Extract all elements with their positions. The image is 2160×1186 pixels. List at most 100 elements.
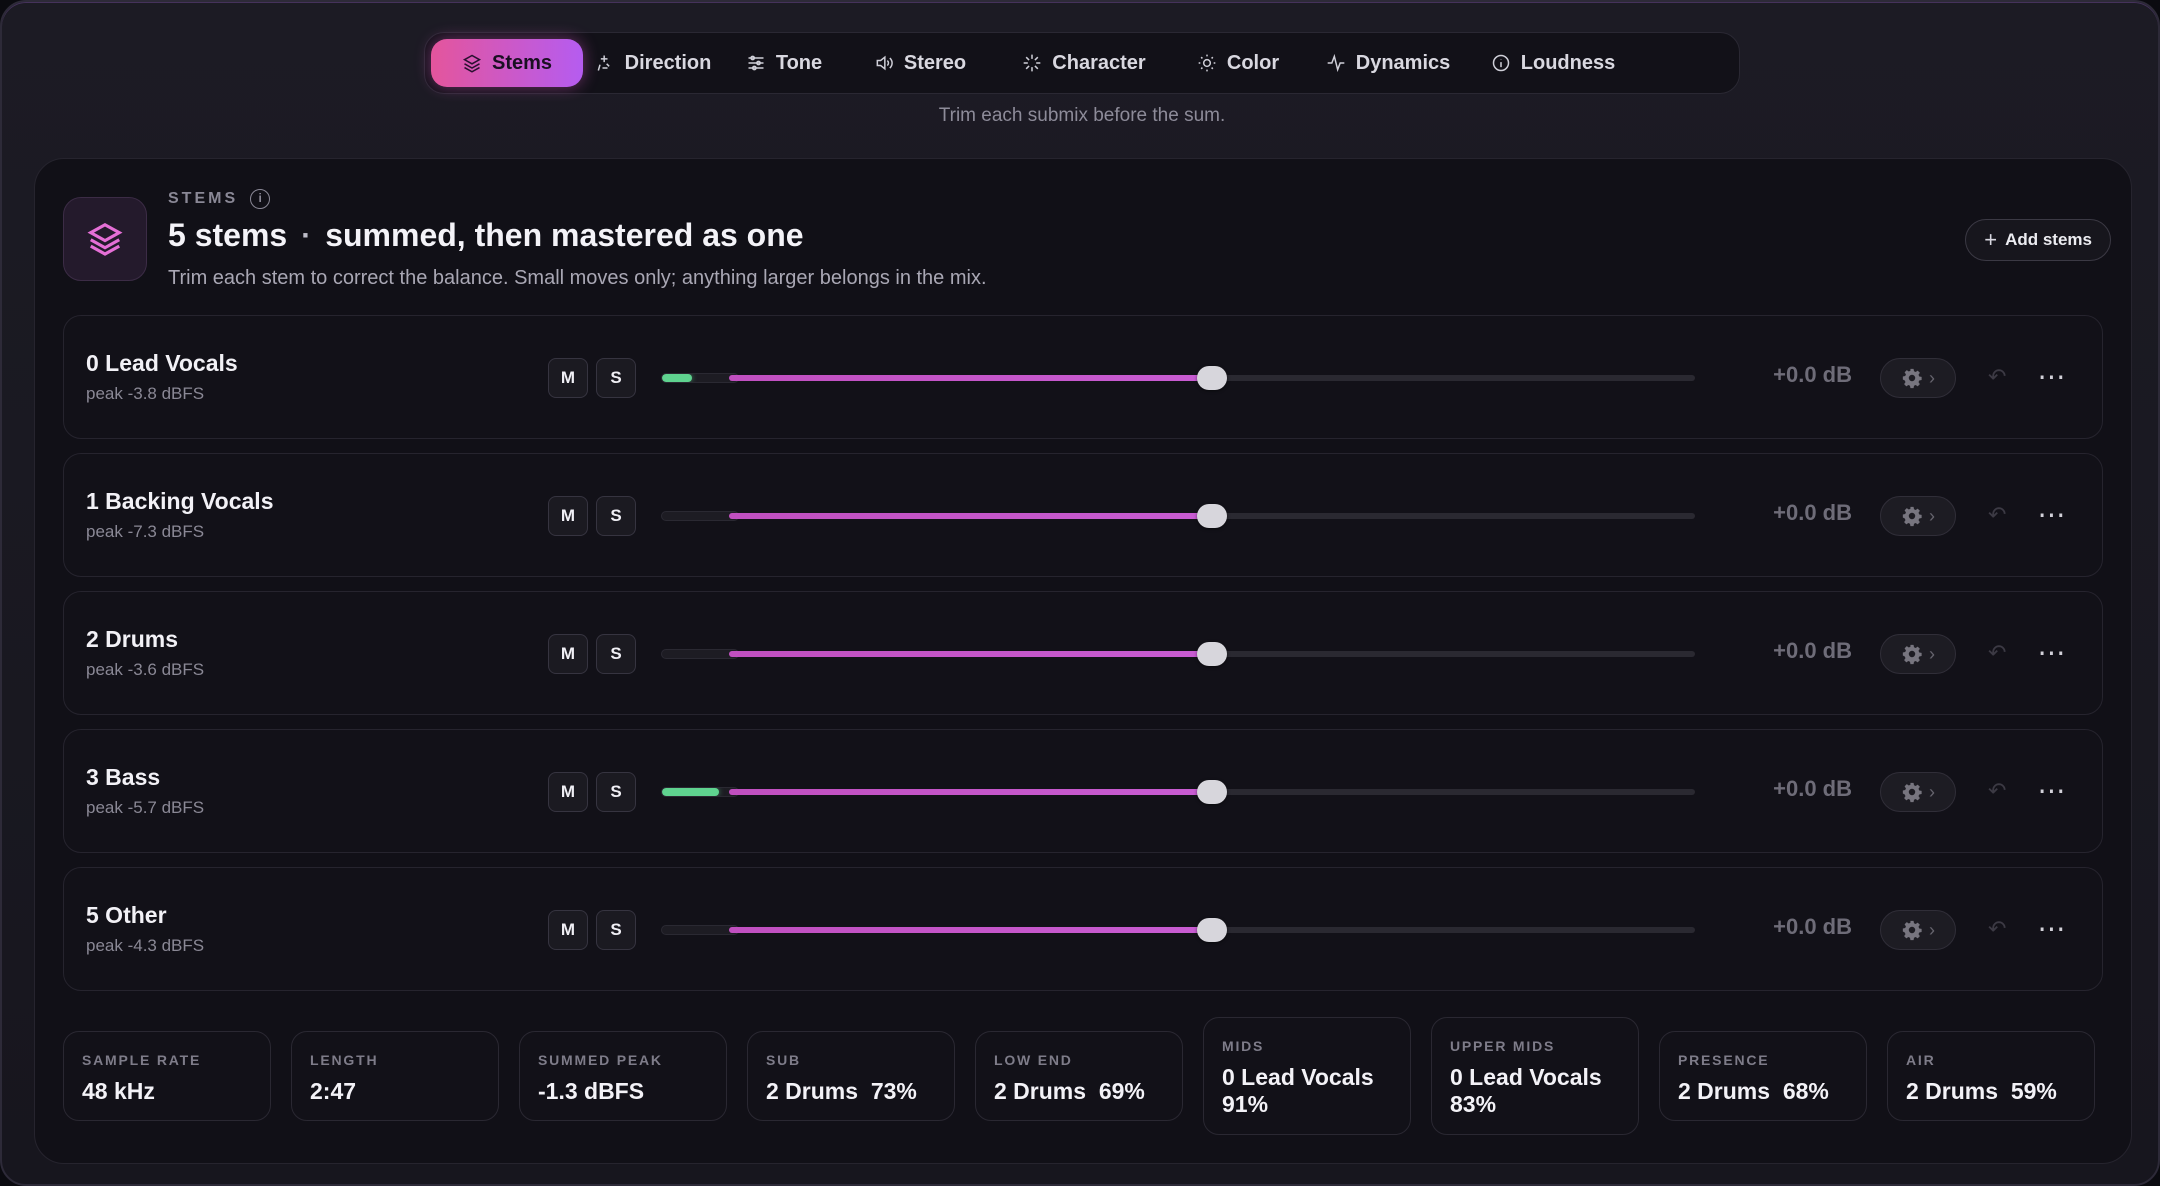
stem-name: 1 Backing Vocals [86, 488, 274, 514]
slider-thumb[interactable] [1197, 366, 1227, 390]
tab-label: Direction [624, 51, 712, 74]
stem-settings-button[interactable]: › [1880, 358, 1956, 398]
undo-icon[interactable]: ↶ [1988, 916, 2006, 942]
stat-label: SAMPLE RATE [82, 1052, 202, 1068]
stem-settings-button[interactable]: › [1880, 772, 1956, 812]
chevron-right-icon: › [1929, 643, 1935, 664]
burst-icon [1023, 54, 1041, 72]
undo-icon[interactable]: ↶ [1988, 502, 2006, 528]
solo-button[interactable]: S [596, 910, 636, 950]
gain-slider[interactable] [729, 772, 1695, 812]
stat-card: UPPER MIDS 0 Lead Vocals 83% [1431, 1017, 1639, 1135]
level-meter-fill [662, 374, 693, 382]
mute-button[interactable]: M [548, 910, 588, 950]
mute-button[interactable]: M [548, 772, 588, 812]
gain-value: +0.0 dB [1773, 914, 1852, 939]
level-meter [661, 511, 739, 521]
solo-button[interactable]: S [596, 772, 636, 812]
stat-value: 0 Lead Vocals 91% [1222, 1064, 1381, 1117]
gear-icon [1902, 644, 1922, 665]
stat-label: SUB [766, 1052, 801, 1068]
gain-slider[interactable] [729, 358, 1695, 398]
tab-label: Stems [491, 51, 553, 74]
solo-button[interactable]: S [596, 634, 636, 674]
more-options-icon[interactable]: ⋯ [2032, 632, 2072, 672]
gain-value: +0.0 dB [1773, 638, 1852, 663]
tab-direction[interactable]: Direction [583, 39, 723, 87]
solo-button[interactable]: S [596, 496, 636, 536]
tab-dynamics[interactable]: Dynamics [1303, 39, 1473, 87]
level-meter [661, 787, 739, 797]
slider-thumb[interactable] [1197, 504, 1227, 528]
tab-label: Loudness [1520, 51, 1616, 74]
tab-label: Character [1052, 51, 1146, 74]
pulse-icon [1327, 53, 1345, 73]
stat-label: MIDS [1222, 1038, 1265, 1054]
plus-icon: + [1984, 227, 1998, 252]
undo-icon[interactable]: ↶ [1988, 640, 2006, 666]
mute-button[interactable]: M [548, 634, 588, 674]
tab-subtitle: Trim each submix before the sum. [938, 105, 1226, 126]
slider-fill [729, 651, 1212, 657]
mute-button[interactable]: M [548, 358, 588, 398]
stem-row: 5 Other peak -4.3 dBFS M S +0.0 dB › ↶ ⋯ [63, 867, 2103, 991]
stem-settings-button[interactable]: › [1880, 910, 1956, 950]
slider-fill [729, 789, 1212, 795]
level-meter-fill [662, 788, 719, 796]
page-title: 5 stems · summed, then mastered as one [168, 217, 804, 254]
add-stems-label: Add stems [2005, 230, 2092, 249]
stat-value: 2 Drums 68% [1678, 1078, 1829, 1104]
tab-label: Tone [775, 51, 823, 74]
stat-value: 2 Drums 59% [1906, 1078, 2057, 1104]
stem-row: 2 Drums peak -3.6 dBFS M S +0.0 dB › ↶ ⋯ [63, 591, 2103, 715]
tab-label: Color [1226, 51, 1280, 74]
slider-fill [729, 375, 1212, 381]
gain-slider[interactable] [729, 910, 1695, 950]
title-rest: summed, then mastered as one [325, 217, 804, 253]
stem-row: 0 Lead Vocals peak -3.8 dBFS M S +0.0 dB… [63, 315, 2103, 439]
slider-thumb[interactable] [1197, 918, 1227, 942]
more-options-icon[interactable]: ⋯ [2032, 908, 2072, 948]
tab-label: Dynamics [1355, 51, 1451, 74]
eyebrow-label: STEMS [168, 190, 239, 207]
layers-icon [87, 222, 123, 256]
slider-thumb[interactable] [1197, 642, 1227, 666]
tab-stereo[interactable]: Stereo [845, 39, 995, 87]
tab-tone[interactable]: Tone [723, 39, 845, 87]
stem-settings-button[interactable]: › [1880, 496, 1956, 536]
stat-label: UPPER MIDS [1450, 1038, 1556, 1054]
app-window: Stems Direction Tone Stereo Character Co… [0, 0, 2160, 1186]
stems-panel-icon [63, 197, 147, 281]
stat-card: LOW END 2 Drums 69% [975, 1031, 1183, 1121]
stat-value: 0 Lead Vocals 83% [1450, 1064, 1609, 1117]
title-separator: · [301, 218, 312, 252]
gain-slider[interactable] [729, 634, 1695, 674]
info-icon[interactable]: i [250, 189, 271, 209]
tab-color[interactable]: Color [1173, 39, 1303, 87]
stat-label: PRESENCE [1678, 1052, 1770, 1068]
gain-slider[interactable] [729, 496, 1695, 536]
solo-button[interactable]: S [596, 358, 636, 398]
level-meter [661, 925, 739, 935]
layers-icon [462, 54, 482, 73]
stat-card: MIDS 0 Lead Vocals 91% [1203, 1017, 1411, 1135]
analysis-stats: SAMPLE RATE 48 kHz LENGTH 2:47 SUMMED PEAK -1… [63, 1017, 2103, 1145]
more-options-icon[interactable]: ⋯ [2032, 356, 2072, 396]
undo-icon[interactable]: ↶ [1988, 778, 2006, 804]
more-options-icon[interactable]: ⋯ [2032, 770, 2072, 810]
stem-settings-button[interactable]: › [1880, 634, 1956, 674]
tab-loudness[interactable]: Loudness [1473, 39, 1633, 87]
tab-character[interactable]: Character [995, 39, 1173, 87]
slider-fill [729, 513, 1212, 519]
panel-eyebrow: STEMS i [168, 189, 271, 209]
undo-icon[interactable]: ↶ [1988, 364, 2006, 390]
stat-value: -1.3 dBFS [538, 1078, 645, 1104]
gain-value: +0.0 dB [1773, 362, 1852, 387]
stem-list: 0 Lead Vocals peak -3.8 dBFS M S +0.0 dB… [63, 315, 2103, 1005]
add-stems-button[interactable]: + Add stems [1965, 219, 2111, 261]
tab-stems[interactable]: Stems [431, 39, 583, 87]
mute-button[interactable]: M [548, 496, 588, 536]
slider-thumb[interactable] [1197, 780, 1227, 804]
chevron-right-icon: › [1929, 367, 1935, 388]
more-options-icon[interactable]: ⋯ [2032, 494, 2072, 534]
